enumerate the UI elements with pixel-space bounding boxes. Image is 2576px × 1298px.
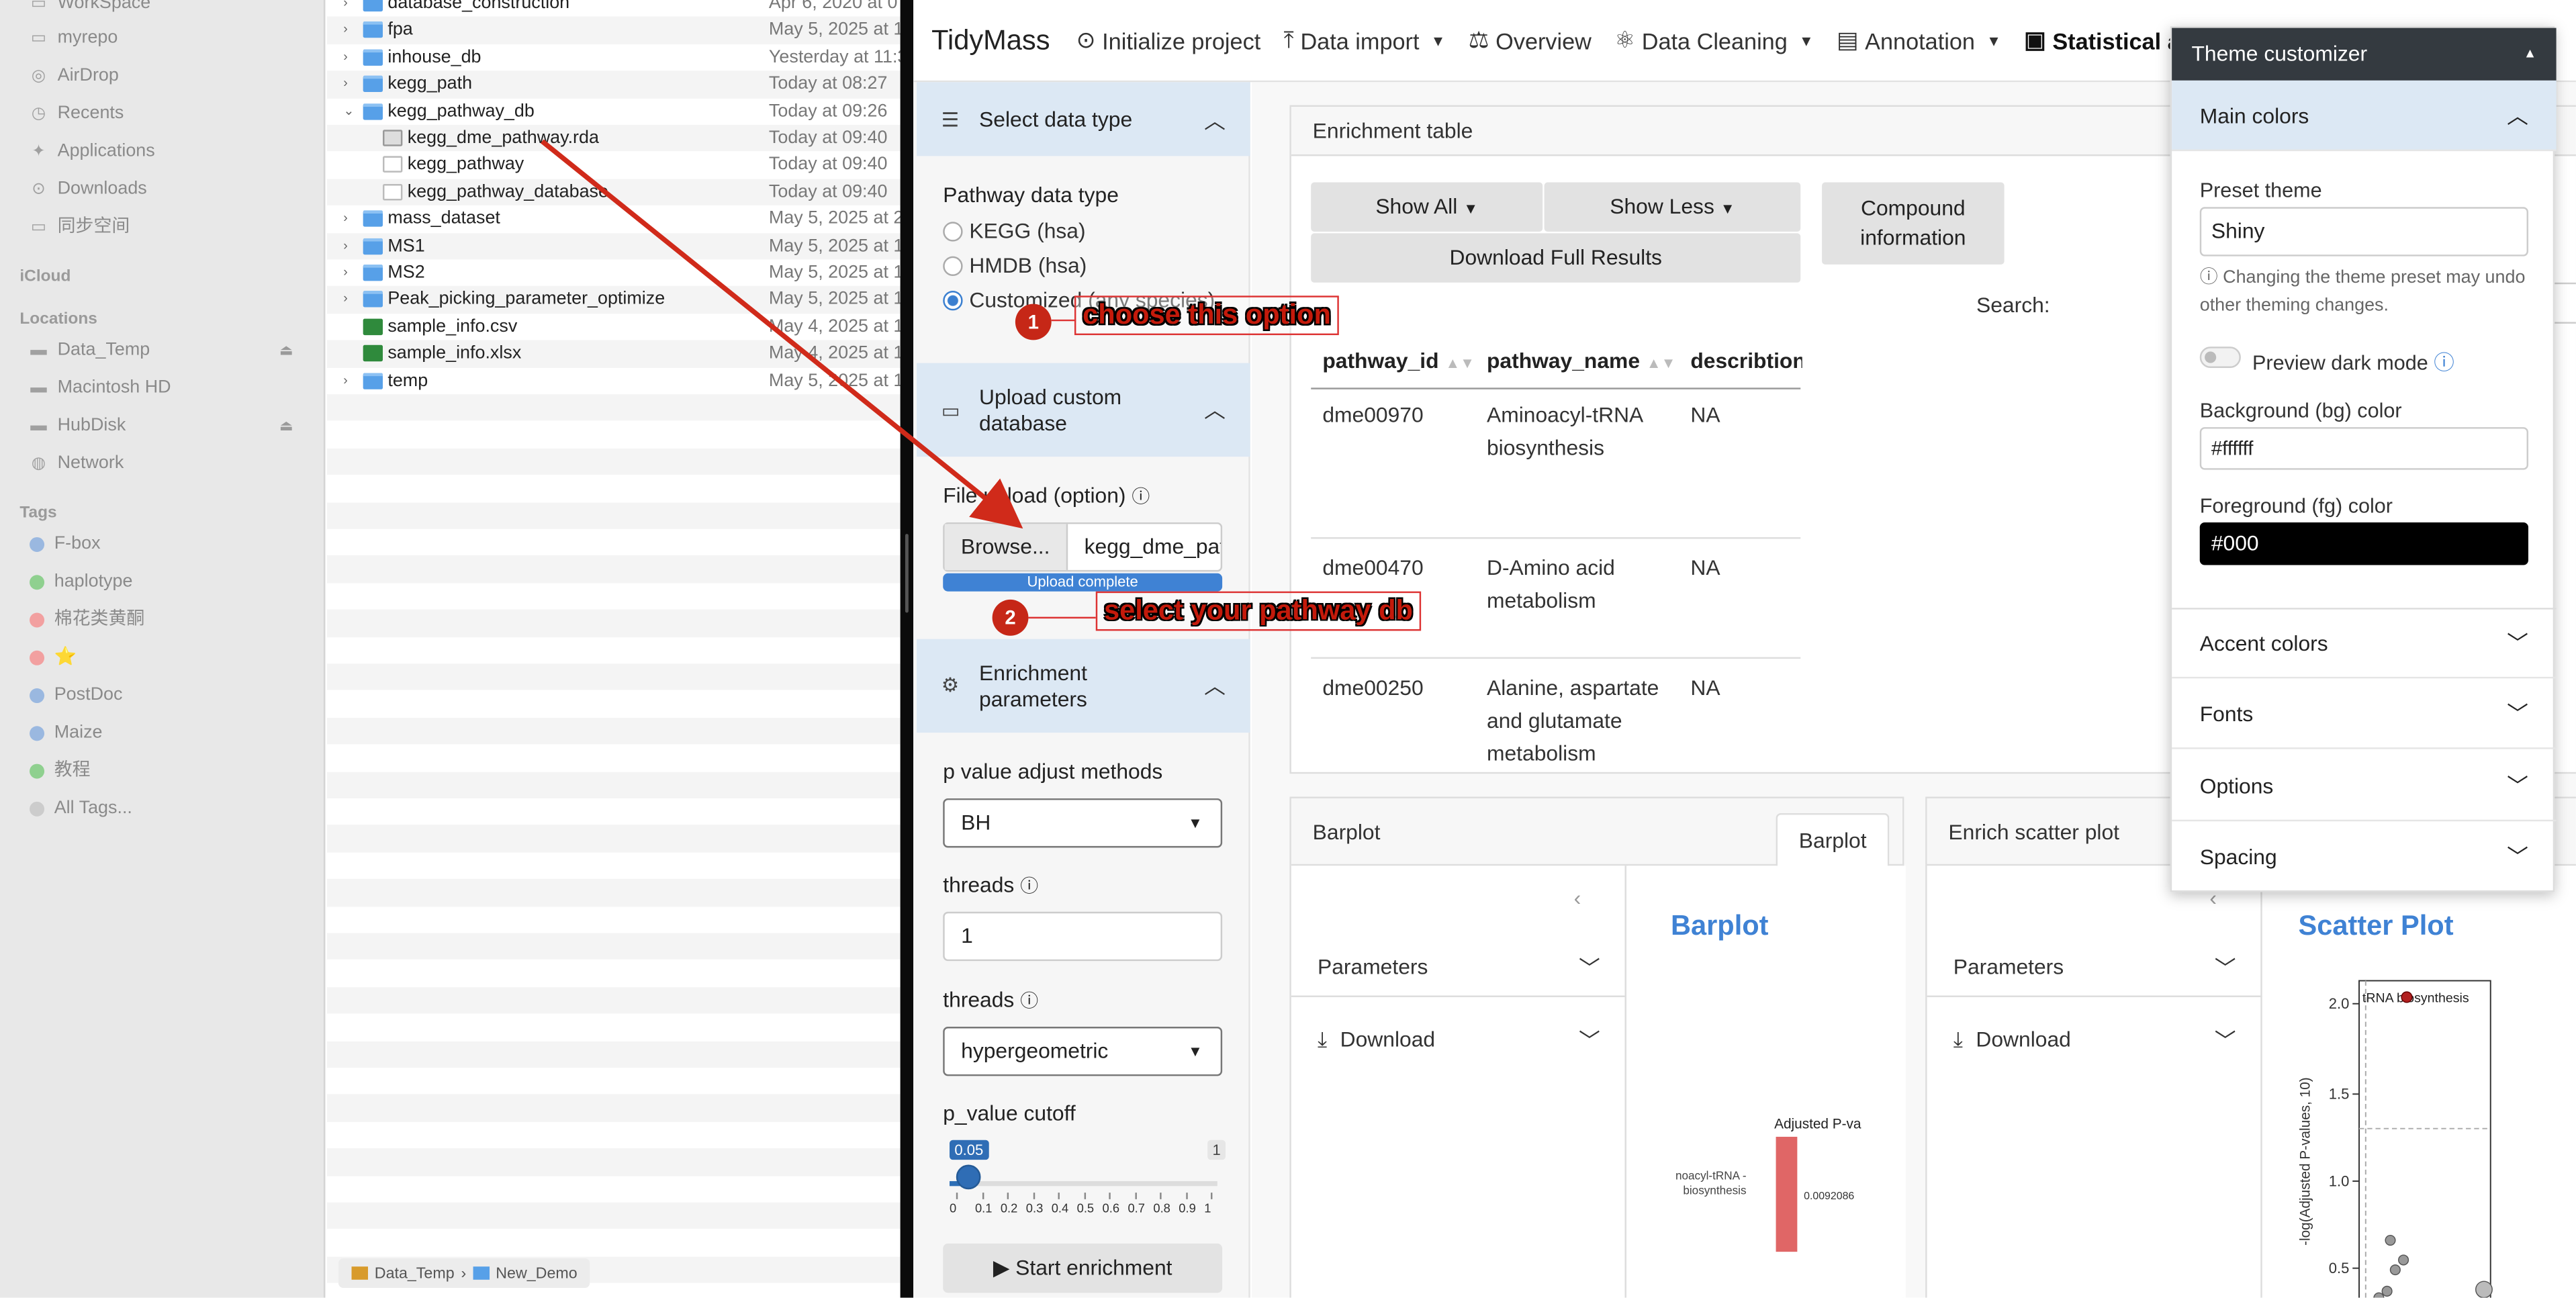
annotation-callout-1: choose this option bbox=[1074, 295, 1340, 336]
annotation-number-2: 2 bbox=[992, 599, 1029, 636]
annotation-arrow bbox=[541, 139, 1023, 529]
annotation-arrows bbox=[541, 139, 1096, 619]
annotation-callout-2: select your pathway db bbox=[1095, 591, 1422, 631]
annotation-number-1: 1 bbox=[1015, 304, 1052, 340]
